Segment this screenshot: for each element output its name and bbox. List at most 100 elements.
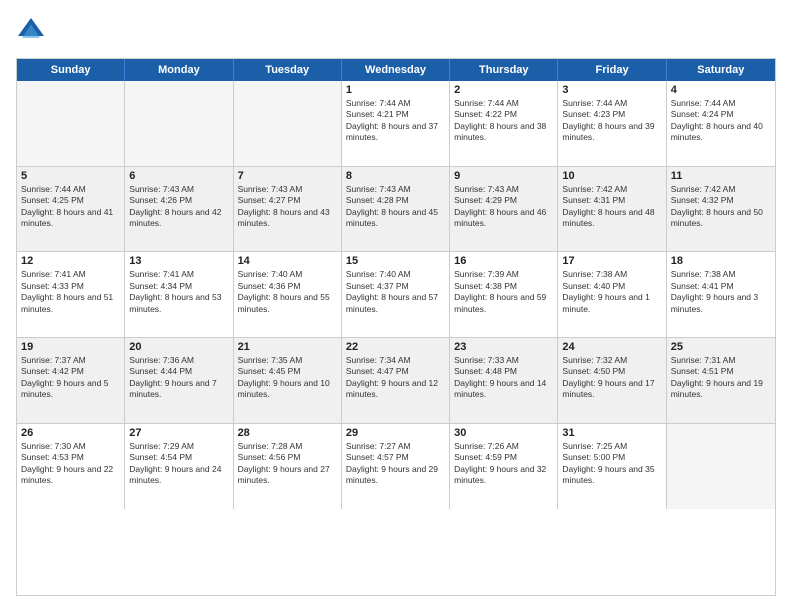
cal-cell: 19Sunrise: 7:37 AM Sunset: 4:42 PM Dayli… <box>17 338 125 423</box>
cal-cell: 23Sunrise: 7:33 AM Sunset: 4:48 PM Dayli… <box>450 338 558 423</box>
header-day-tuesday: Tuesday <box>234 59 342 81</box>
day-number: 25 <box>671 341 771 353</box>
cell-text: Sunrise: 7:36 AM Sunset: 4:44 PM Dayligh… <box>129 355 228 401</box>
cal-cell: 5Sunrise: 7:44 AM Sunset: 4:25 PM Daylig… <box>17 167 125 252</box>
header-day-saturday: Saturday <box>667 59 775 81</box>
cal-cell: 4 Sunrise: 7:44 AM Sunset: 4:24 PM Daylig… <box>667 81 775 166</box>
cell-text: Sunrise: 7:38 AM Sunset: 4:41 PM Dayligh… <box>671 269 771 315</box>
cell-text: Sunrise: 7:43 AM Sunset: 4:27 PM Dayligh… <box>238 184 337 230</box>
cell-text: Sunrise: 7:41 AM Sunset: 4:34 PM Dayligh… <box>129 269 228 315</box>
cal-cell: 28 Sunrise: 7:28 AM Sunset: 4:56 PM Dayli… <box>234 424 342 510</box>
week-row-4: 26 Sunrise: 7:30 AM Sunset: 4:53 PM Dayli… <box>17 424 775 510</box>
day-number: 22 <box>346 341 445 353</box>
cal-cell: 8 Sunrise: 7:43 AM Sunset: 4:28 PM Daylig… <box>342 167 450 252</box>
day-number: 23 <box>454 341 553 353</box>
day-number: 30 <box>454 427 553 439</box>
day-number: 21 <box>238 341 337 353</box>
cell-text: Sunrise: 7:43 AM Sunset: 4:28 PM Dayligh… <box>346 184 445 230</box>
cell-text: Sunrise: 7:29 AM Sunset: 4:54 PM Dayligh… <box>129 441 228 487</box>
week-row-1: 5Sunrise: 7:44 AM Sunset: 4:25 PM Daylig… <box>17 167 775 253</box>
cell-text: Sunrise: 7:44 AM Sunset: 4:25 PM Dayligh… <box>21 184 120 230</box>
header-day-friday: Friday <box>558 59 666 81</box>
cell-text: Sunrise: 7:43 AM Sunset: 4:29 PM Dayligh… <box>454 184 553 230</box>
day-number: 2 <box>454 84 553 96</box>
day-number: 3 <box>562 84 661 96</box>
header <box>16 16 776 46</box>
week-row-0: 1 Sunrise: 7:44 AM Sunset: 4:21 PM Daylig… <box>17 81 775 167</box>
cell-text: Sunrise: 7:26 AM Sunset: 4:59 PM Dayligh… <box>454 441 553 487</box>
day-number: 13 <box>129 255 228 267</box>
cell-text: Sunrise: 7:43 AM Sunset: 4:26 PM Dayligh… <box>129 184 228 230</box>
cal-cell: 7 Sunrise: 7:43 AM Sunset: 4:27 PM Daylig… <box>234 167 342 252</box>
cal-cell: 3 Sunrise: 7:44 AM Sunset: 4:23 PM Daylig… <box>558 81 666 166</box>
cell-text: Sunrise: 7:44 AM Sunset: 4:22 PM Dayligh… <box>454 98 553 144</box>
logo <box>16 16 50 46</box>
day-number: 28 <box>238 427 337 439</box>
logo-icon <box>16 16 46 46</box>
day-number: 20 <box>129 341 228 353</box>
cal-cell: 20 Sunrise: 7:36 AM Sunset: 4:44 PM Dayli… <box>125 338 233 423</box>
cal-cell: 9 Sunrise: 7:43 AM Sunset: 4:29 PM Daylig… <box>450 167 558 252</box>
cell-text: Sunrise: 7:35 AM Sunset: 4:45 PM Dayligh… <box>238 355 337 401</box>
cal-cell: 6 Sunrise: 7:43 AM Sunset: 4:26 PM Daylig… <box>125 167 233 252</box>
cal-cell: 22 Sunrise: 7:34 AM Sunset: 4:47 PM Dayli… <box>342 338 450 423</box>
cell-text: Sunrise: 7:39 AM Sunset: 4:38 PM Dayligh… <box>454 269 553 315</box>
cell-text: Sunrise: 7:42 AM Sunset: 4:32 PM Dayligh… <box>671 184 771 230</box>
cell-text: Sunrise: 7:38 AM Sunset: 4:40 PM Dayligh… <box>562 269 661 315</box>
header-day-monday: Monday <box>125 59 233 81</box>
day-number: 16 <box>454 255 553 267</box>
cal-cell <box>17 81 125 166</box>
day-number: 11 <box>671 170 771 182</box>
cell-text: Sunrise: 7:44 AM Sunset: 4:23 PM Dayligh… <box>562 98 661 144</box>
calendar-body: 1 Sunrise: 7:44 AM Sunset: 4:21 PM Daylig… <box>17 81 775 595</box>
cal-cell: 21 Sunrise: 7:35 AM Sunset: 4:45 PM Dayli… <box>234 338 342 423</box>
week-row-3: 19Sunrise: 7:37 AM Sunset: 4:42 PM Dayli… <box>17 338 775 424</box>
cell-text: Sunrise: 7:32 AM Sunset: 4:50 PM Dayligh… <box>562 355 661 401</box>
cal-cell <box>234 81 342 166</box>
calendar-header: SundayMondayTuesdayWednesdayThursdayFrid… <box>17 59 775 81</box>
cal-cell: 15Sunrise: 7:40 AM Sunset: 4:37 PM Dayli… <box>342 252 450 337</box>
cell-text: Sunrise: 7:27 AM Sunset: 4:57 PM Dayligh… <box>346 441 445 487</box>
day-number: 1 <box>346 84 445 96</box>
day-number: 4 <box>671 84 771 96</box>
header-day-wednesday: Wednesday <box>342 59 450 81</box>
day-number: 10 <box>562 170 661 182</box>
cell-text: Sunrise: 7:44 AM Sunset: 4:24 PM Dayligh… <box>671 98 771 144</box>
cal-cell: 2 Sunrise: 7:44 AM Sunset: 4:22 PM Daylig… <box>450 81 558 166</box>
header-day-thursday: Thursday <box>450 59 558 81</box>
cal-cell: 18 Sunrise: 7:38 AM Sunset: 4:41 PM Dayli… <box>667 252 775 337</box>
cell-text: Sunrise: 7:28 AM Sunset: 4:56 PM Dayligh… <box>238 441 337 487</box>
cal-cell: 11 Sunrise: 7:42 AM Sunset: 4:32 PM Dayli… <box>667 167 775 252</box>
day-number: 24 <box>562 341 661 353</box>
cell-text: Sunrise: 7:34 AM Sunset: 4:47 PM Dayligh… <box>346 355 445 401</box>
cal-cell <box>667 424 775 510</box>
cal-cell: 14Sunrise: 7:40 AM Sunset: 4:36 PM Dayli… <box>234 252 342 337</box>
day-number: 7 <box>238 170 337 182</box>
cal-cell: 26 Sunrise: 7:30 AM Sunset: 4:53 PM Dayli… <box>17 424 125 510</box>
day-number: 12 <box>21 255 120 267</box>
day-number: 26 <box>21 427 120 439</box>
cal-cell: 10 Sunrise: 7:42 AM Sunset: 4:31 PM Dayli… <box>558 167 666 252</box>
day-number: 6 <box>129 170 228 182</box>
cal-cell: 25Sunrise: 7:31 AM Sunset: 4:51 PM Dayli… <box>667 338 775 423</box>
day-number: 29 <box>346 427 445 439</box>
day-number: 8 <box>346 170 445 182</box>
page: SundayMondayTuesdayWednesdayThursdayFrid… <box>0 0 792 612</box>
cal-cell: 1 Sunrise: 7:44 AM Sunset: 4:21 PM Daylig… <box>342 81 450 166</box>
day-number: 18 <box>671 255 771 267</box>
week-row-2: 12Sunrise: 7:41 AM Sunset: 4:33 PM Dayli… <box>17 252 775 338</box>
cell-text: Sunrise: 7:40 AM Sunset: 4:37 PM Dayligh… <box>346 269 445 315</box>
cell-text: Sunrise: 7:44 AM Sunset: 4:21 PM Dayligh… <box>346 98 445 144</box>
cell-text: Sunrise: 7:30 AM Sunset: 4:53 PM Dayligh… <box>21 441 120 487</box>
cal-cell: 16 Sunrise: 7:39 AM Sunset: 4:38 PM Dayli… <box>450 252 558 337</box>
cal-cell: 12Sunrise: 7:41 AM Sunset: 4:33 PM Dayli… <box>17 252 125 337</box>
cal-cell: 17Sunrise: 7:38 AM Sunset: 4:40 PM Dayli… <box>558 252 666 337</box>
cell-text: Sunrise: 7:37 AM Sunset: 4:42 PM Dayligh… <box>21 355 120 401</box>
day-number: 9 <box>454 170 553 182</box>
day-number: 27 <box>129 427 228 439</box>
cal-cell: 27 Sunrise: 7:29 AM Sunset: 4:54 PM Dayli… <box>125 424 233 510</box>
day-number: 31 <box>562 427 661 439</box>
cell-text: Sunrise: 7:42 AM Sunset: 4:31 PM Dayligh… <box>562 184 661 230</box>
header-day-sunday: Sunday <box>17 59 125 81</box>
cal-cell <box>125 81 233 166</box>
